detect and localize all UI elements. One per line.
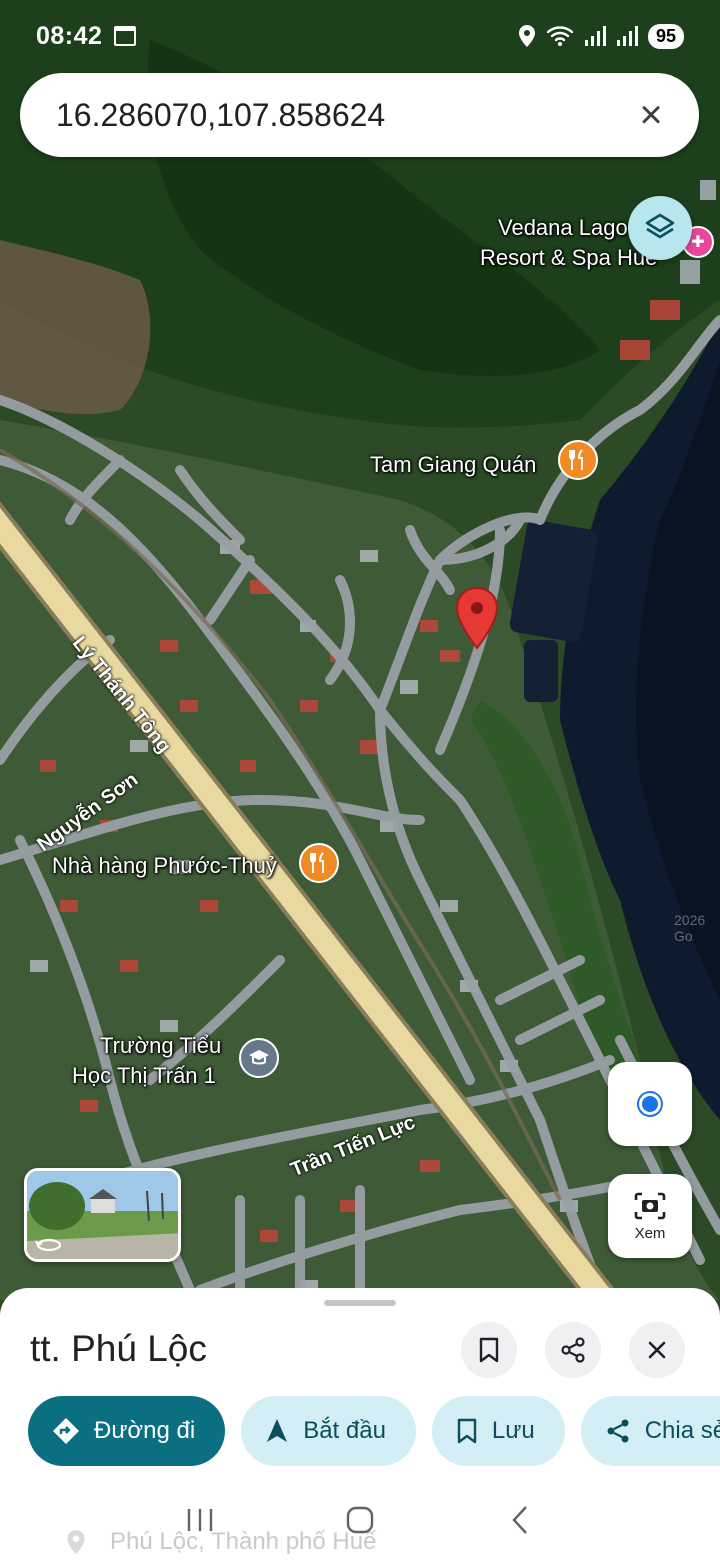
poi-label-school-line2[interactable]: Học Thị Trấn 1 — [72, 1062, 216, 1090]
restaurant-icon[interactable] — [558, 440, 598, 480]
layers-icon — [645, 213, 675, 239]
my-location-button[interactable] — [608, 1062, 692, 1146]
clock: 08:42 — [36, 21, 103, 50]
street-view-thumbnail[interactable] — [24, 1168, 181, 1262]
sheet-drag-handle[interactable] — [324, 1300, 396, 1306]
home-button[interactable] — [330, 1490, 390, 1550]
signal-icon — [584, 26, 606, 46]
poi-label-vedana-line1[interactable]: Vedana Lago — [498, 214, 628, 242]
directions-button[interactable]: Đường đi — [28, 1396, 226, 1466]
poi-label-tam-giang[interactable]: Tam Giang Quán — [370, 451, 536, 479]
place-title: tt. Phú Lộc — [30, 1328, 207, 1369]
status-bar: 08:42 95 — [0, 0, 720, 72]
battery-level: 95 — [647, 23, 684, 49]
close-icon — [648, 1341, 666, 1359]
school-icon[interactable] — [239, 1038, 279, 1078]
search-input[interactable]: 16.286070,107.858624 — [56, 97, 627, 134]
back-icon — [512, 1506, 527, 1534]
share-button[interactable]: Chia sẻ — [580, 1396, 720, 1466]
directions-label: Đường đi — [94, 1417, 196, 1444]
poi-label-phuoc-thuy[interactable]: Nhà hàng Phước-Thuỷ — [52, 852, 277, 880]
bookmark-icon — [457, 1418, 477, 1444]
directions-icon — [53, 1418, 79, 1444]
start-button[interactable]: Bắt đầu — [241, 1396, 416, 1466]
lens-button[interactable]: Xem — [608, 1174, 692, 1258]
restaurant-icon[interactable] — [299, 843, 339, 883]
poi-label-school-line1[interactable]: Trường Tiểu — [100, 1032, 221, 1060]
share-icon — [607, 1419, 629, 1443]
layers-button[interactable] — [628, 196, 692, 260]
share-label: Chia sẻ — [644, 1417, 720, 1444]
lens-label: Xem — [634, 1224, 666, 1242]
back-button[interactable] — [490, 1490, 550, 1550]
signal-icon — [616, 26, 638, 46]
recent-apps-icon — [187, 1509, 213, 1531]
save-label: Lưu — [491, 1417, 535, 1444]
close-icon[interactable]: × — [627, 91, 675, 139]
save-icon-button[interactable] — [461, 1322, 517, 1378]
bookmark-icon — [479, 1337, 499, 1363]
share-icon-button[interactable] — [545, 1322, 601, 1378]
poi-label-vedana-line2[interactable]: Resort & Spa Huế — [480, 244, 657, 272]
action-chips: Đường đi Bắt đầu Lưu Chia sẻ — [28, 1396, 720, 1466]
calendar-icon — [114, 26, 137, 46]
start-label: Bắt đầu — [303, 1417, 386, 1444]
save-button[interactable]: Lưu — [431, 1396, 565, 1466]
map-watermark: 2026 Go — [674, 912, 706, 944]
dropped-pin-icon[interactable] — [454, 586, 500, 650]
recent-apps-button[interactable] — [170, 1490, 230, 1550]
location-icon — [518, 25, 535, 47]
search-bar[interactable]: 16.286070,107.858624 × — [20, 73, 699, 157]
system-nav-bar — [0, 1480, 720, 1560]
camera-lens-icon — [634, 1192, 666, 1219]
wifi-icon — [546, 26, 574, 46]
home-icon — [346, 1506, 374, 1534]
rotate-360-icon — [35, 1238, 62, 1252]
share-icon — [561, 1337, 585, 1363]
close-sheet-button[interactable] — [629, 1322, 685, 1378]
my-location-icon — [639, 1093, 661, 1115]
navigation-arrow-icon — [267, 1419, 288, 1442]
